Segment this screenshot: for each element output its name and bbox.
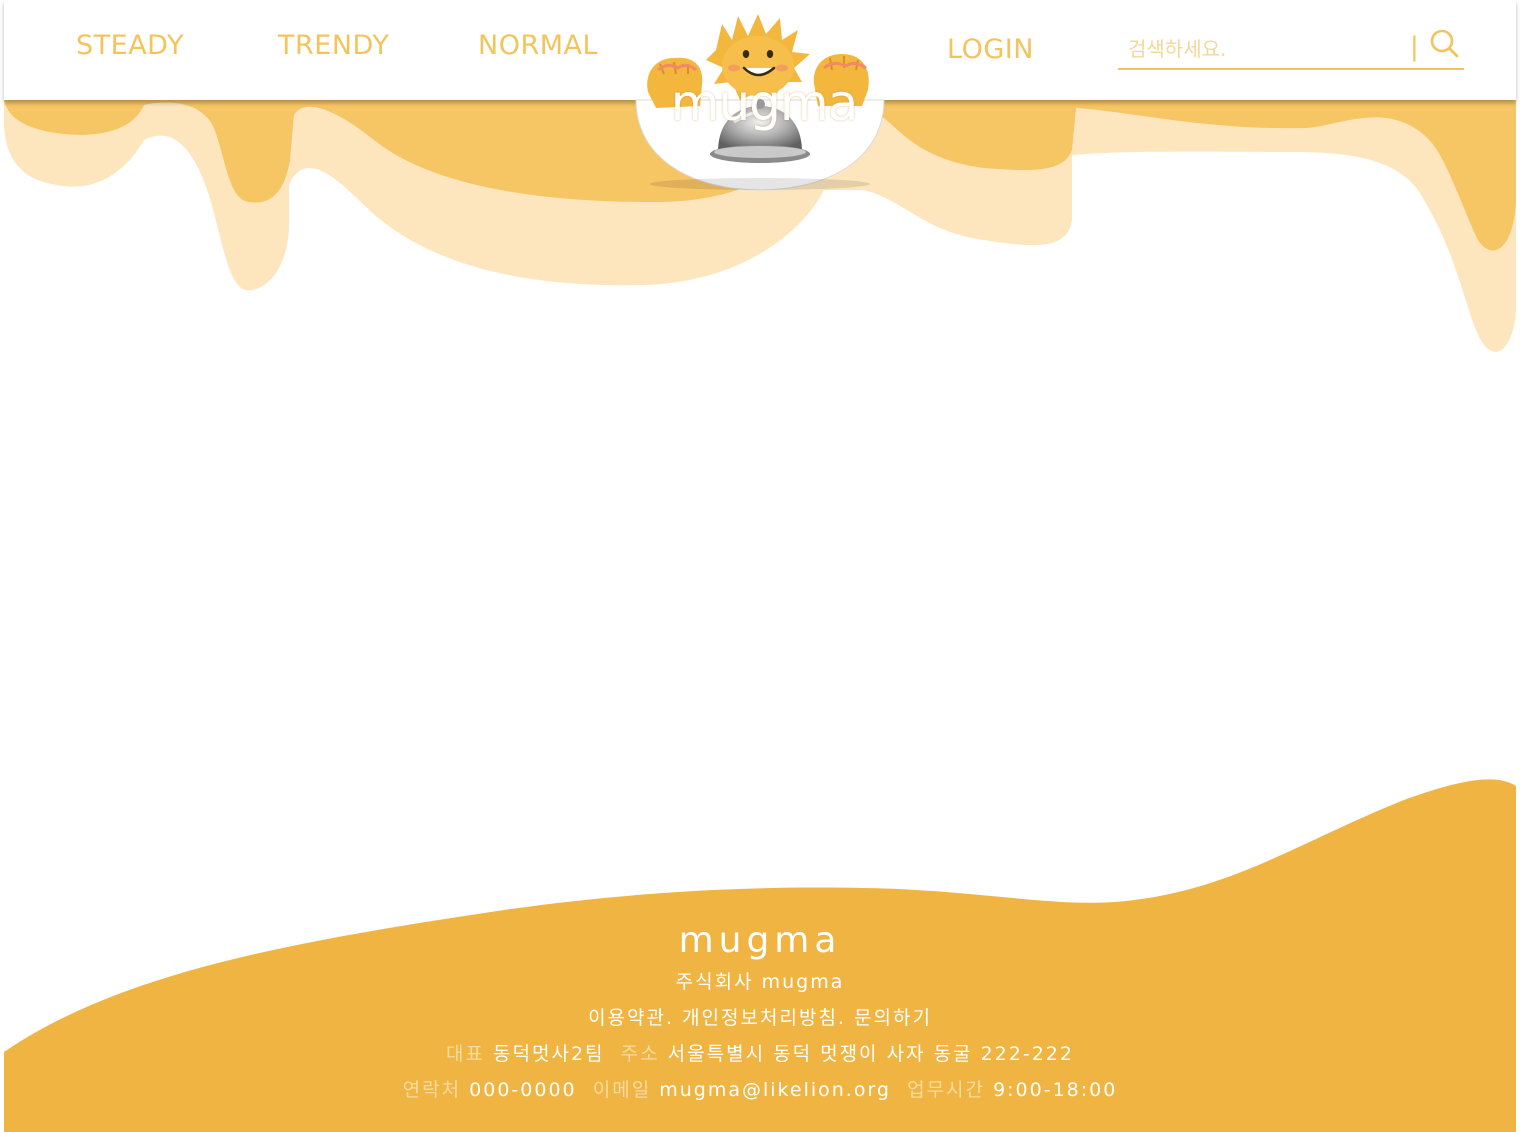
search-icon[interactable] xyxy=(1428,28,1460,60)
email-value: mugma@likelion.org xyxy=(659,1079,891,1101)
logo[interactable]: mugma xyxy=(634,10,886,192)
address-label: 주소 xyxy=(620,1043,660,1065)
privacy-policy-link[interactable]: 개인정보처리방침. xyxy=(682,1007,846,1029)
footer-info-contact: 연락처 000-0000 이메일 mugma@likelion.org 업무시간… xyxy=(0,1072,1520,1108)
email-label: 이메일 xyxy=(592,1079,652,1101)
login-link[interactable]: LOGIN xyxy=(947,34,1034,65)
phone-value: 000-0000 xyxy=(469,1079,577,1101)
footer: mugma 주식회사 mugma 이용약관. 개인정보처리방침. 문의하기 대표… xyxy=(0,918,1520,1108)
nav-normal[interactable]: NORMAL xyxy=(478,30,598,61)
phone-label: 연락처 xyxy=(402,1079,462,1101)
footer-links: 이용약관. 개인정보처리방침. 문의하기 xyxy=(0,1000,1520,1036)
nav-trendy[interactable]: TRENDY xyxy=(278,30,389,61)
contact-link[interactable]: 문의하기 xyxy=(854,1007,932,1029)
footer-company: 주식회사 mugma xyxy=(675,971,845,993)
hours-label: 업무시간 xyxy=(907,1079,986,1101)
search-separator: | xyxy=(1410,32,1419,62)
search-bar: | xyxy=(1118,28,1464,70)
ceo-value: 동덕멋사2팀 xyxy=(493,1043,605,1065)
logo-text: mugma xyxy=(670,74,858,132)
footer-info-ceo-address: 대표 동덕멋사2팀 주소 서울특별시 동덕 멋쟁이 사자 동굴 222-222 xyxy=(0,1036,1520,1072)
terms-link[interactable]: 이용약관. xyxy=(588,1007,674,1029)
address-value: 서울특별시 동덕 멋쟁이 사자 동굴 222-222 xyxy=(667,1043,1074,1065)
nav-steady[interactable]: STEADY xyxy=(76,30,184,61)
footer-brand: mugma xyxy=(678,920,842,961)
hours-value: 9:00-18:00 xyxy=(993,1079,1118,1101)
search-input[interactable] xyxy=(1126,34,1400,64)
ceo-label: 대표 xyxy=(446,1043,485,1065)
